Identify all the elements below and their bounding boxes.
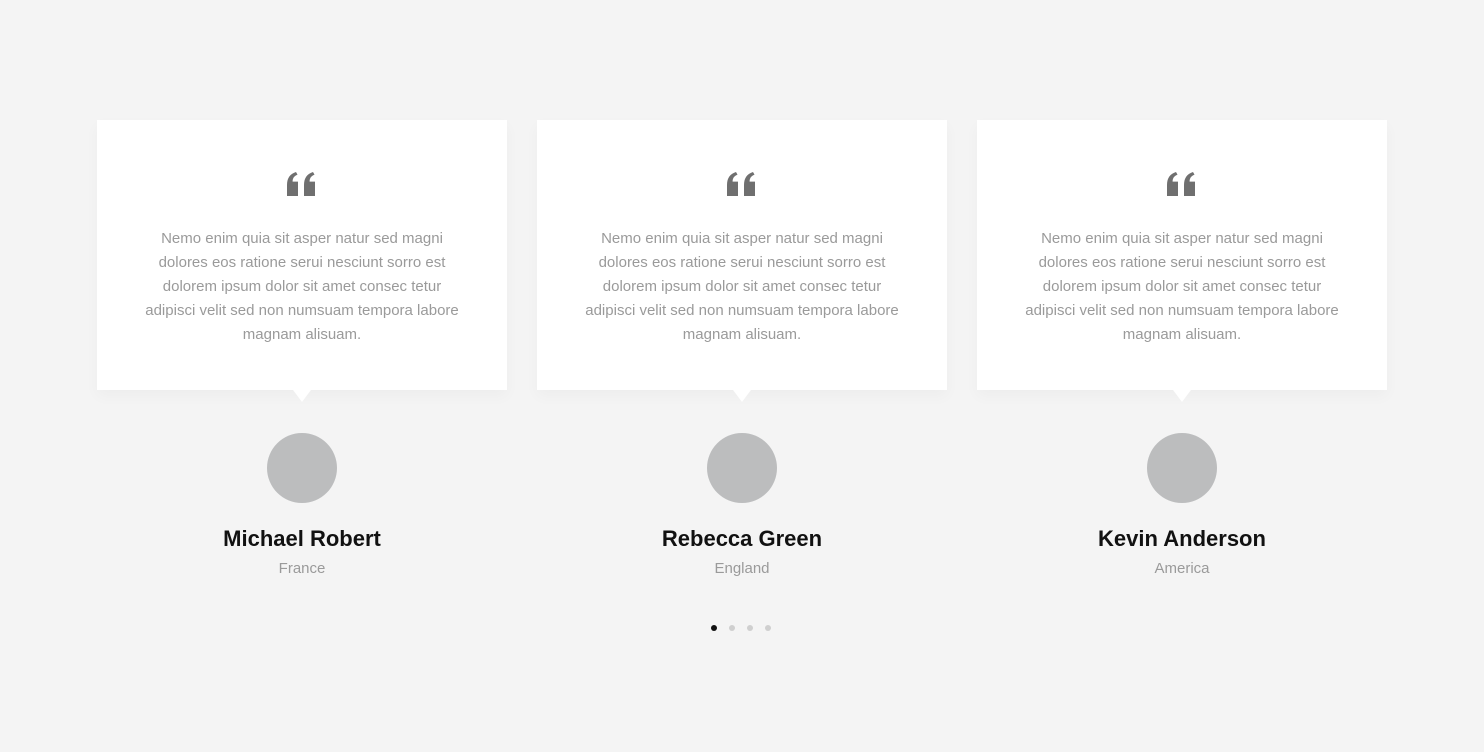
pagination-dot-3[interactable]	[747, 625, 753, 631]
avatar	[1147, 433, 1217, 503]
author-location: France	[278, 560, 326, 577]
testimonial-text: Nemo enim quia sit asper natur sed magni…	[145, 230, 459, 343]
quote-left-icon	[1167, 172, 1195, 196]
testimonial-text: Nemo enim quia sit asper natur sed magni…	[585, 230, 899, 343]
author-name: Kevin Anderson	[1098, 526, 1266, 551]
testimonial-item: Nemo enim quia sit asper natur sed magni…	[537, 120, 947, 579]
quote-left-icon	[727, 172, 755, 196]
quote-left-icon	[287, 172, 315, 196]
pagination-dot-4[interactable]	[765, 625, 771, 631]
pagination-dot-2[interactable]	[729, 625, 735, 631]
author-name: Michael Robert	[223, 526, 381, 551]
testimonial-item: Nemo enim quia sit asper natur sed magni…	[977, 120, 1387, 579]
author-name: Rebecca Green	[661, 526, 823, 551]
testimonial-card: Nemo enim quia sit asper natur sed magni…	[97, 120, 507, 402]
testimonial-item: Nemo enim quia sit asper natur sed magni…	[97, 120, 507, 579]
testimonial-text: Nemo enim quia sit asper natur sed magni…	[1025, 230, 1339, 343]
testimonial-cards: Nemo enim quia sit asper natur sed magni…	[97, 120, 1387, 579]
author-location: England	[714, 560, 770, 577]
slider-pagination	[711, 625, 771, 631]
avatar	[267, 433, 337, 503]
testimonial-card: Nemo enim quia sit asper natur sed magni…	[977, 120, 1387, 402]
avatar	[707, 433, 777, 503]
pagination-dot-1[interactable]	[711, 625, 717, 631]
testimonial-slider: Nemo enim quia sit asper natur sed magni…	[0, 0, 1484, 752]
testimonial-card: Nemo enim quia sit asper natur sed magni…	[537, 120, 947, 402]
author-location: America	[1154, 560, 1210, 577]
